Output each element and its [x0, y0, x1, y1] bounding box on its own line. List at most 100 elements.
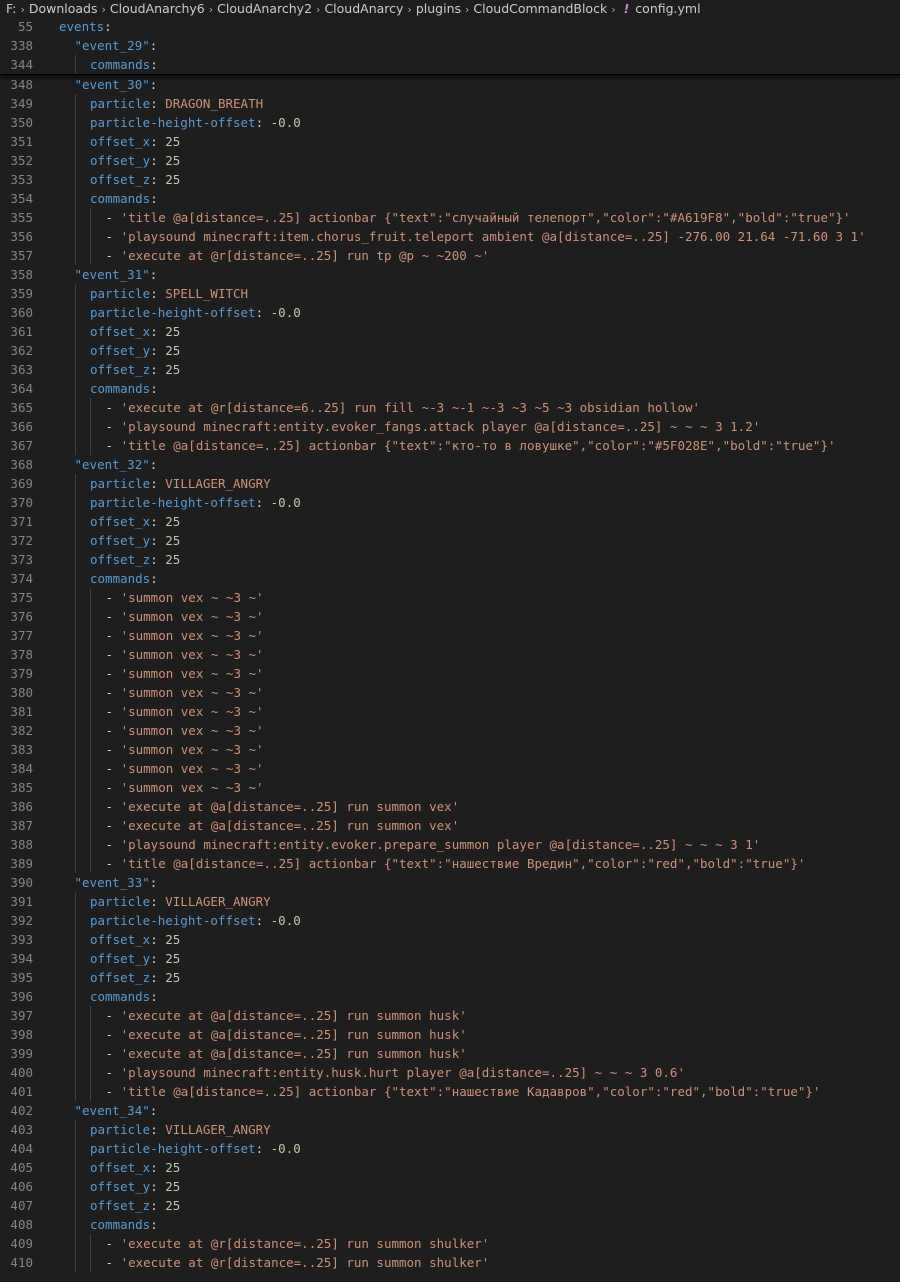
indent-guide: [90, 1044, 91, 1063]
code-line[interactable]: 388 - 'playsound minecraft:entity.evoker.…: [0, 835, 900, 854]
code-editor[interactable]: 348 "event_30": 349 particle: DRAGON_BREATH…: [0, 75, 900, 1272]
breadcrumb-item[interactable]: plugins: [416, 1, 461, 16]
code-line[interactable]: 371 offset_x: 25: [0, 512, 900, 531]
yaml-punctuation: :: [149, 38, 158, 53]
code-line[interactable]: 363 offset_z: 25: [0, 360, 900, 379]
sticky-line[interactable]: 55 events:: [0, 17, 900, 36]
code-line[interactable]: 374 commands:: [0, 569, 900, 588]
yaml-string: 'execute at @a[distance=..25] run summon…: [120, 1008, 467, 1023]
code-line[interactable]: 353 offset_z: 25: [0, 170, 900, 189]
code-line[interactable]: 393 offset_x: 25: [0, 930, 900, 949]
code-line[interactable]: 394 offset_y: 25: [0, 949, 900, 968]
code-text: "event_33":: [75, 873, 158, 892]
code-line[interactable]: 384 - 'summon vex ~ ~3 ~': [0, 759, 900, 778]
code-line[interactable]: 402 "event_34":: [0, 1101, 900, 1120]
sticky-scroll-header[interactable]: 55 events: 338 "event_29": 344 commands:: [0, 17, 900, 75]
code-line[interactable]: 404 particle-height-offset: -0.0: [0, 1139, 900, 1158]
code-line[interactable]: 362 offset_y: 25: [0, 341, 900, 360]
code-line[interactable]: 398 - 'execute at @a[distance=..25] run s…: [0, 1025, 900, 1044]
code-line[interactable]: 396 commands:: [0, 987, 900, 1006]
code-line[interactable]: 368 "event_32":: [0, 455, 900, 474]
code-line[interactable]: 401 - 'title @a[distance=..25] actionbar …: [0, 1082, 900, 1101]
yaml-string: 'summon vex ~ ~3 ~': [120, 685, 264, 700]
code-line[interactable]: 354 commands:: [0, 189, 900, 208]
yaml-string: 'summon vex ~ ~3 ~': [120, 780, 264, 795]
yaml-key: offset_y: [90, 343, 151, 358]
code-line[interactable]: 410 - 'execute at @r[distance=..25] run s…: [0, 1253, 900, 1272]
code-line[interactable]: 357 - 'execute at @r[distance=..25] run t…: [0, 246, 900, 265]
yaml-number: 25: [165, 1179, 181, 1194]
code-line[interactable]: 375 - 'summon vex ~ ~3 ~': [0, 588, 900, 607]
code-line[interactable]: 409 - 'execute at @r[distance=..25] run s…: [0, 1234, 900, 1253]
code-line[interactable]: 387 - 'execute at @a[distance=..25] run s…: [0, 816, 900, 835]
code-line[interactable]: 405 offset_x: 25: [0, 1158, 900, 1177]
code-line[interactable]: 373 offset_z: 25: [0, 550, 900, 569]
code-line[interactable]: 360 particle-height-offset: -0.0: [0, 303, 900, 322]
code-line[interactable]: 381 - 'summon vex ~ ~3 ~': [0, 702, 900, 721]
code-line[interactable]: 364 commands:: [0, 379, 900, 398]
indent-guide: [74, 341, 76, 360]
code-line[interactable]: 403 particle: VILLAGER_ANGRY: [0, 1120, 900, 1139]
code-line[interactable]: 380 - 'summon vex ~ ~3 ~': [0, 683, 900, 702]
code-line[interactable]: 369 particle: VILLAGER_ANGRY: [0, 474, 900, 493]
yaml-punctuation: -: [105, 229, 121, 244]
code-line[interactable]: 367 - 'title @a[distance=..25] actionbar …: [0, 436, 900, 455]
code-line[interactable]: 378 - 'summon vex ~ ~3 ~': [0, 645, 900, 664]
breadcrumb-item[interactable]: Downloads: [29, 1, 98, 16]
code-line[interactable]: 395 offset_z: 25: [0, 968, 900, 987]
yaml-punctuation: -: [105, 856, 121, 871]
code-line[interactable]: 358 "event_31":: [0, 265, 900, 284]
yaml-string: 'title @a[distance=..25] actionbar {"tex…: [120, 1084, 821, 1099]
breadcrumb-item[interactable]: CloudAnarcy: [324, 1, 403, 16]
code-line[interactable]: 408 commands:: [0, 1215, 900, 1234]
code-line[interactable]: 397 - 'execute at @a[distance=..25] run s…: [0, 1006, 900, 1025]
breadcrumb-item[interactable]: F:: [6, 1, 16, 16]
code-line[interactable]: 407 offset_z: 25: [0, 1196, 900, 1215]
line-number: 389: [10, 856, 33, 871]
sticky-line[interactable]: 338 "event_29":: [0, 36, 900, 55]
breadcrumb-item[interactable]: CloudAnarchy2: [217, 1, 312, 16]
indent-guide: [74, 664, 76, 683]
breadcrumb-file-name[interactable]: config.yml: [635, 1, 700, 16]
code-line[interactable]: 400 - 'playsound minecraft:entity.husk.hu…: [0, 1063, 900, 1082]
code-line[interactable]: 372 offset_y: 25: [0, 531, 900, 550]
code-line[interactable]: 355 - 'title @a[distance=..25] actionbar …: [0, 208, 900, 227]
code-line[interactable]: 351 offset_x: 25: [0, 132, 900, 151]
code-line[interactable]: 399 - 'execute at @a[distance=..25] run s…: [0, 1044, 900, 1063]
code-line[interactable]: 406 offset_y: 25: [0, 1177, 900, 1196]
yaml-number: 25: [165, 324, 181, 339]
code-line[interactable]: 365 - 'execute at @r[distance=6..25] run …: [0, 398, 900, 417]
indent-guide: [74, 626, 76, 645]
yaml-punctuation: -: [105, 1008, 121, 1023]
line-number: 344: [10, 57, 33, 72]
code-line[interactable]: 392 particle-height-offset: -0.0: [0, 911, 900, 930]
code-line[interactable]: 376 - 'summon vex ~ ~3 ~': [0, 607, 900, 626]
code-line[interactable]: 349 particle: DRAGON_BREATH: [0, 94, 900, 113]
code-line[interactable]: 366 - 'playsound minecraft:entity.evoker_…: [0, 417, 900, 436]
code-line[interactable]: 359 particle: SPELL_WITCH: [0, 284, 900, 303]
yaml-punctuation: -: [105, 704, 121, 719]
indent-guide: [90, 854, 91, 873]
yaml-key: "event_30": [74, 77, 150, 92]
code-line[interactable]: 389 - 'title @a[distance=..25] actionbar …: [0, 854, 900, 873]
yaml-string: DRAGON_BREATH: [165, 96, 264, 111]
indent-guide: [74, 1082, 76, 1101]
code-line[interactable]: 350 particle-height-offset: -0.0: [0, 113, 900, 132]
code-text: - 'execute at @r[distance=..25] run summ…: [106, 1253, 490, 1272]
code-line[interactable]: 382 - 'summon vex ~ ~3 ~': [0, 721, 900, 740]
code-line[interactable]: 386 - 'execute at @a[distance=..25] run s…: [0, 797, 900, 816]
code-line[interactable]: 356 - 'playsound minecraft:item.chorus_fr…: [0, 227, 900, 246]
code-line[interactable]: 361 offset_x: 25: [0, 322, 900, 341]
breadcrumb-item[interactable]: CloudCommandBlock: [473, 1, 607, 16]
code-line[interactable]: 391 particle: VILLAGER_ANGRY: [0, 892, 900, 911]
code-line[interactable]: 385 - 'summon vex ~ ~3 ~': [0, 778, 900, 797]
yaml-punctuation: :: [255, 495, 271, 510]
code-line[interactable]: 377 - 'summon vex ~ ~3 ~': [0, 626, 900, 645]
sticky-line[interactable]: 344 commands:: [0, 55, 900, 74]
code-line[interactable]: 379 - 'summon vex ~ ~3 ~': [0, 664, 900, 683]
code-line[interactable]: 352 offset_y: 25: [0, 151, 900, 170]
code-line[interactable]: 370 particle-height-offset: -0.0: [0, 493, 900, 512]
code-line[interactable]: 383 - 'summon vex ~ ~3 ~': [0, 740, 900, 759]
code-line[interactable]: 390 "event_33":: [0, 873, 900, 892]
breadcrumb-item[interactable]: CloudAnarchy6: [110, 1, 205, 16]
